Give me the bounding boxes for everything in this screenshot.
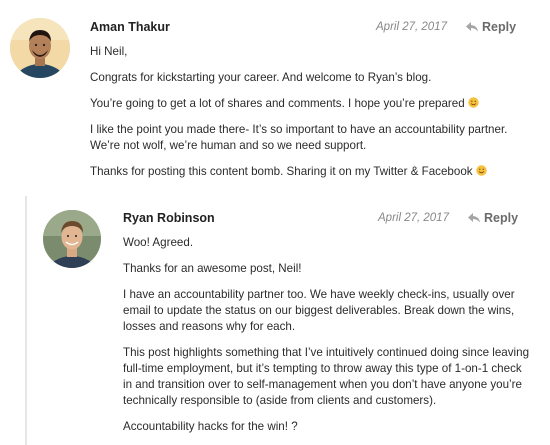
comment-paragraph: Thanks for posting this content bomb. Sh… (90, 164, 540, 180)
comment-body: Hi Neil, Congrats for kickstarting your … (90, 44, 540, 190)
avatar-ryan-icon (43, 210, 101, 268)
comment-author: Ryan Robinson (123, 211, 215, 225)
comment-line: Thanks for posting this content bomb. Sh… (90, 165, 473, 178)
comment-line: Congrats for kickstarting your career. A… (90, 71, 432, 84)
comment-line: in and transition over to self-managemen… (123, 378, 522, 391)
avatar[interactable] (10, 18, 70, 78)
comment-paragraph: Accountability hacks for the win! ? (123, 419, 543, 435)
reply-button[interactable]: Reply (468, 211, 518, 225)
comment-line: email to update the status on our bigges… (123, 304, 515, 317)
comment-line: technically responsible to (aside from c… (123, 394, 437, 407)
avatar[interactable] (43, 210, 101, 268)
reply-arrow-icon (468, 213, 480, 223)
comment-line: Hi Neil, (90, 45, 128, 58)
reply-label: Reply (482, 20, 517, 34)
comment-line: full-time employment, but it’s tempting … (123, 362, 522, 375)
smile-emoji-icon (467, 97, 479, 108)
comment-line: losses and reasons why for each. (123, 320, 296, 333)
comment-date[interactable]: April 27, 2017 (376, 21, 447, 33)
comment-line: You’re going to get a lot of shares and … (90, 97, 465, 110)
comment-paragraph: This post highlights something that I’ve… (123, 345, 543, 409)
comment-paragraph: Thanks for an awesome post, Neil! (123, 261, 543, 277)
comment-author: Aman Thakur (90, 20, 170, 34)
comment-line: I like the point you made there- It’s so… (90, 123, 508, 136)
comment-line: Woo! Agreed. (123, 236, 194, 249)
comment-reply: Ryan Robinson April 27, 2017 Reply Woo! … (25, 196, 550, 445)
comment-paragraph: I like the point you made there- It’s so… (90, 122, 540, 154)
comment-paragraph: You’re going to get a lot of shares and … (90, 96, 540, 112)
comment-line: Accountability hacks for the win! ? (123, 420, 298, 433)
comment-line: Thanks for an awesome post, Neil! (123, 262, 302, 275)
smile-emoji-icon (475, 165, 487, 176)
comment-line: We’re not wolf, we’re human and so we ne… (90, 139, 367, 152)
comment-date[interactable]: April 27, 2017 (378, 212, 449, 224)
comment-paragraph: Woo! Agreed. (123, 235, 543, 251)
comment-line: I have an accountability partner too. We… (123, 288, 515, 301)
avatar-aman-icon (10, 18, 70, 78)
reply-button[interactable]: Reply (466, 20, 516, 34)
comment: Aman Thakur April 27, 2017 Reply Hi Neil… (0, 0, 550, 196)
comment-paragraph: Hi Neil, (90, 44, 540, 60)
comment-paragraph: I have an accountability partner too. We… (123, 287, 543, 335)
comment-line: This post highlights something that I’ve… (123, 346, 530, 359)
reply-arrow-icon (466, 22, 478, 32)
comment-paragraph: Congrats for kickstarting your career. A… (90, 70, 540, 86)
comment-body: Woo! Agreed. Thanks for an awesome post,… (123, 235, 543, 445)
reply-label: Reply (484, 211, 519, 225)
